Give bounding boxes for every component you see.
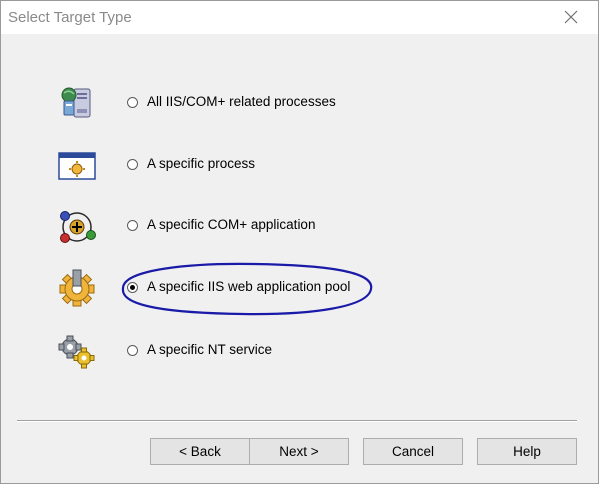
cancel-button[interactable]: Cancel	[363, 438, 463, 465]
option-label: A specific NT service	[147, 342, 273, 357]
radio-nt-service[interactable]	[127, 345, 138, 356]
option-label: A specific process	[147, 156, 256, 171]
option-iis-app-pool[interactable]: A specific IIS web application pool	[1, 268, 561, 308]
close-icon	[564, 10, 578, 24]
option-label: A specific COM+ application	[147, 217, 316, 232]
option-all-iis-com[interactable]: All IIS/COM+ related processes	[1, 83, 561, 123]
title-bar: Select Target Type	[1, 1, 598, 34]
dialog-title: Select Target Type	[8, 9, 132, 26]
radio-com-plus-application[interactable]	[127, 220, 138, 231]
radio-specific-process[interactable]	[127, 159, 138, 170]
back-button[interactable]: < Back	[150, 438, 250, 465]
button-separator	[17, 420, 577, 422]
close-button[interactable]	[553, 3, 589, 31]
iis-server-icon	[61, 87, 91, 118]
dialog-window: Select Target Type All IIS/COM+ related …	[0, 0, 599, 484]
next-button[interactable]: Next >	[249, 438, 349, 465]
radio-all-iis-com[interactable]	[127, 97, 138, 108]
option-specific-process[interactable]: A specific process	[1, 145, 561, 185]
com-plus-icon	[60, 211, 96, 243]
option-label: A specific IIS web application pool	[147, 279, 351, 294]
option-nt-service[interactable]: A specific NT service	[1, 331, 561, 371]
option-label: All IIS/COM+ related processes	[147, 94, 336, 109]
radio-iis-app-pool[interactable]	[127, 282, 138, 293]
nt-service-gears-icon	[58, 335, 95, 369]
help-button[interactable]: Help	[477, 438, 577, 465]
option-com-plus-application[interactable]: A specific COM+ application	[1, 206, 561, 246]
app-pool-gear-icon	[59, 269, 95, 307]
process-window-icon	[58, 152, 96, 180]
